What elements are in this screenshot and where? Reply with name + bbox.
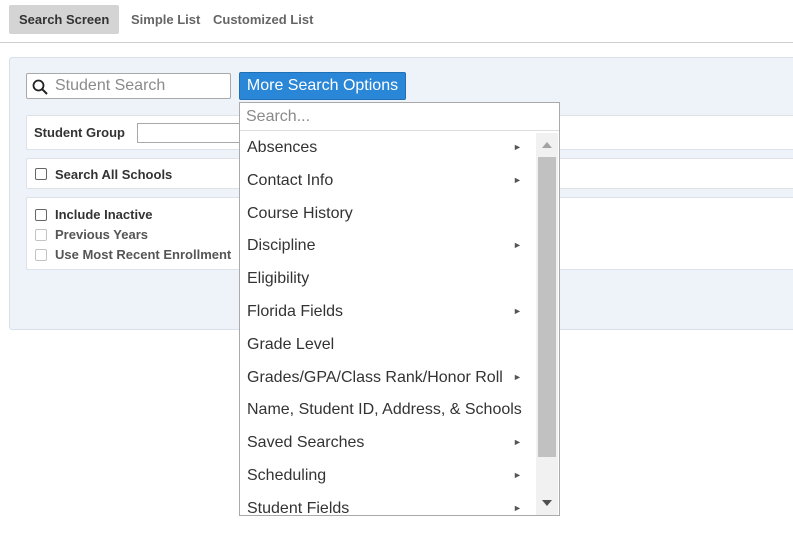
submenu-arrow-icon: ► bbox=[513, 437, 522, 447]
scrollbar-thumb[interactable] bbox=[538, 157, 556, 457]
dropdown-item-student-fields[interactable]: Student Fields ► bbox=[240, 492, 536, 515]
dropdown-item-saved-searches[interactable]: Saved Searches ► bbox=[240, 426, 536, 459]
submenu-arrow-icon: ► bbox=[513, 240, 522, 250]
tab-simple-list[interactable]: Simple List bbox=[131, 5, 200, 34]
submenu-arrow-icon: ► bbox=[513, 175, 522, 185]
dropdown-item-discipline[interactable]: Discipline ► bbox=[240, 229, 536, 262]
dropdown-item-label: Discipline bbox=[247, 237, 316, 254]
dropdown-item-grades-gpa[interactable]: Grades/GPA/Class Rank/Honor Roll ► bbox=[240, 361, 536, 394]
dropdown-item-label: Grade Level bbox=[247, 336, 335, 353]
scroll-up-arrow-icon[interactable] bbox=[536, 133, 558, 157]
scroll-down-arrow-icon[interactable] bbox=[536, 491, 558, 515]
tab-customized-list[interactable]: Customized List bbox=[213, 5, 313, 34]
dropdown-search-input[interactable] bbox=[244, 106, 554, 128]
student-search-box[interactable] bbox=[26, 73, 231, 99]
dropdown-item-label: Florida Fields bbox=[247, 303, 344, 320]
view-tabs: Search Screen Simple List Customized Lis… bbox=[0, 0, 793, 43]
dropdown-item-grade-level[interactable]: Grade Level bbox=[240, 328, 536, 361]
previous-years-checkbox bbox=[35, 229, 47, 241]
dropdown-scrollbar[interactable] bbox=[536, 133, 558, 515]
dropdown-list: Absences ► Contact Info ► Course History… bbox=[240, 131, 536, 515]
student-group-select[interactable] bbox=[137, 123, 247, 143]
dropdown-item-label: Grades/GPA/Class Rank/Honor Roll bbox=[247, 369, 503, 386]
search-options-dropdown: Absences ► Contact Info ► Course History… bbox=[239, 102, 560, 516]
dropdown-item-scheduling[interactable]: Scheduling ► bbox=[240, 459, 536, 492]
search-all-schools-checkbox[interactable] bbox=[35, 168, 47, 180]
tab-search-screen[interactable]: Search Screen bbox=[9, 5, 120, 34]
submenu-arrow-icon: ► bbox=[513, 470, 522, 480]
most-recent-enrollment-label: Use Most Recent Enrollment bbox=[55, 247, 232, 262]
submenu-arrow-icon: ► bbox=[513, 142, 522, 152]
student-search-input[interactable] bbox=[53, 76, 225, 96]
submenu-arrow-icon: ► bbox=[513, 372, 522, 382]
dropdown-item-label: Student Fields bbox=[247, 500, 350, 515]
include-inactive-checkbox[interactable] bbox=[35, 209, 47, 221]
dropdown-item-contact-info[interactable]: Contact Info ► bbox=[240, 164, 536, 197]
dropdown-item-florida-fields[interactable]: Florida Fields ► bbox=[240, 295, 536, 328]
dropdown-item-label: Saved Searches bbox=[247, 434, 365, 451]
dropdown-item-absences[interactable]: Absences ► bbox=[240, 131, 536, 164]
dropdown-item-label: Name, Student ID, Address, & Schools bbox=[247, 401, 522, 418]
submenu-arrow-icon: ► bbox=[513, 306, 522, 316]
dropdown-search-box[interactable] bbox=[240, 103, 559, 131]
dropdown-item-label: Course History bbox=[247, 205, 353, 222]
dropdown-item-label: Absences bbox=[247, 139, 318, 156]
submenu-arrow-icon: ► bbox=[513, 503, 522, 513]
most-recent-enrollment-checkbox bbox=[35, 249, 47, 261]
dropdown-item-label: Contact Info bbox=[247, 172, 334, 189]
dropdown-item-course-history[interactable]: Course History bbox=[240, 197, 536, 230]
search-all-schools-label: Search All Schools bbox=[55, 167, 173, 182]
previous-years-label: Previous Years bbox=[55, 227, 148, 242]
dropdown-item-label: Eligibility bbox=[247, 270, 310, 287]
search-icon bbox=[32, 79, 48, 95]
dropdown-item-eligibility[interactable]: Eligibility bbox=[240, 262, 536, 295]
dropdown-item-label: Scheduling bbox=[247, 467, 327, 484]
include-inactive-label: Include Inactive bbox=[55, 207, 153, 222]
more-search-options-button[interactable]: More Search Options bbox=[239, 72, 406, 100]
dropdown-item-name-id-address[interactable]: Name, Student ID, Address, & Schools bbox=[240, 393, 536, 426]
student-group-label: Student Group bbox=[34, 125, 125, 140]
